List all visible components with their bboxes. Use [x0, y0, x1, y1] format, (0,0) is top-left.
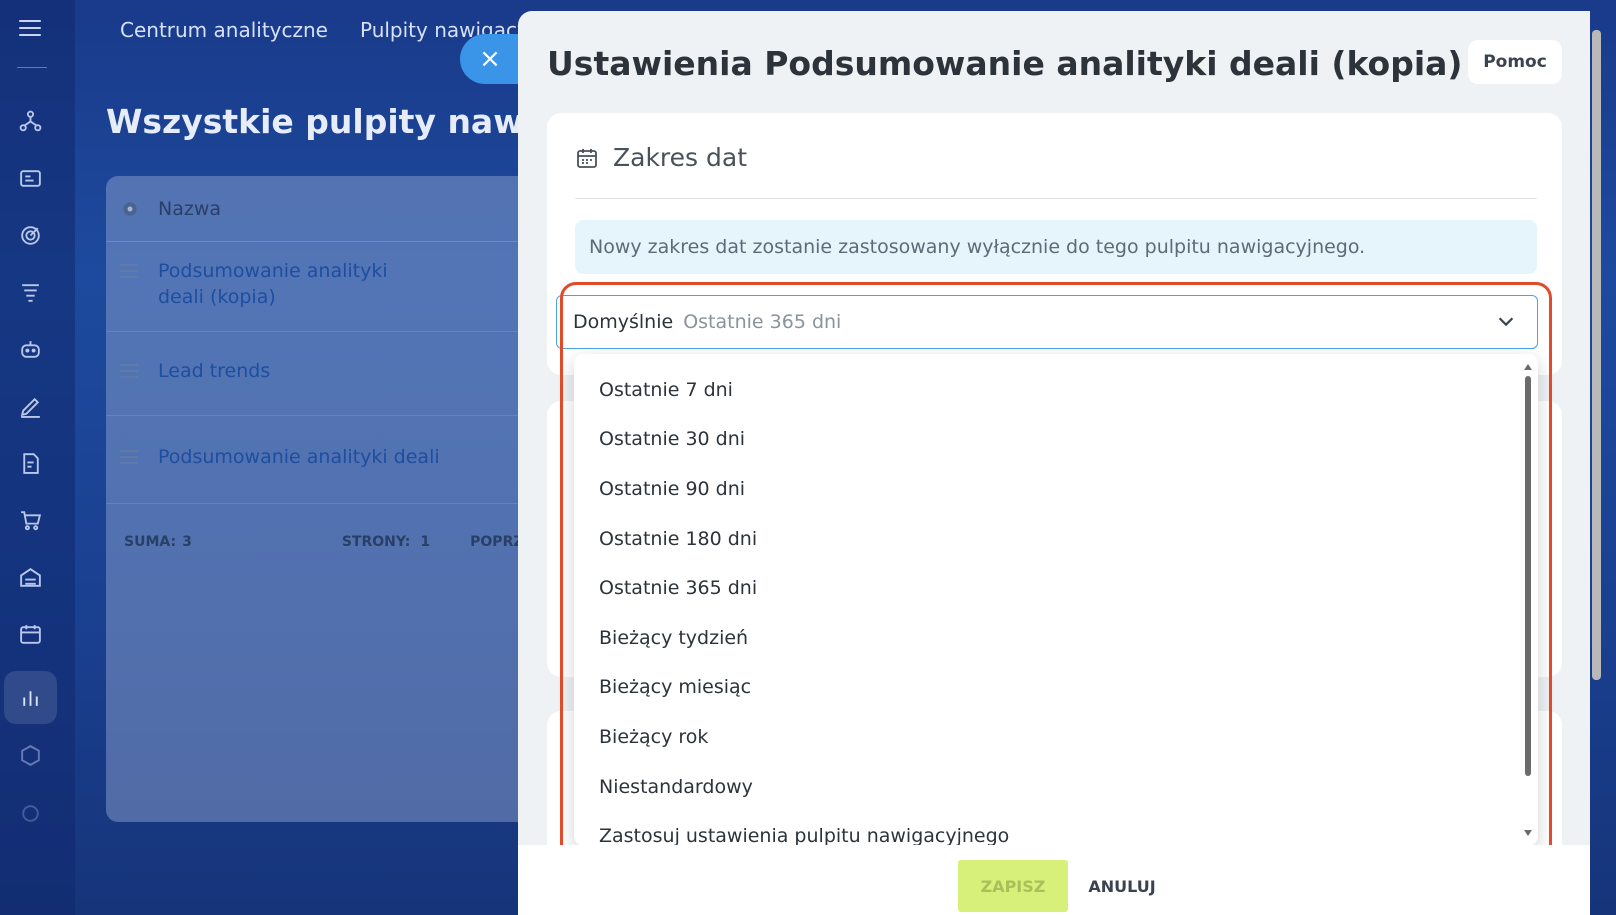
crm-icon[interactable] [17, 108, 44, 135]
funnel-icon[interactable] [17, 279, 44, 306]
drag-handle-icon[interactable] [120, 450, 138, 468]
analytics-icon[interactable] [4, 671, 57, 724]
robot-icon[interactable] [17, 336, 44, 363]
chevron-down-icon[interactable] [1495, 310, 1517, 332]
option-current-week[interactable]: Bieżący tydzień [574, 613, 1538, 663]
pen-icon[interactable] [17, 393, 44, 420]
close-slider-button[interactable]: × [460, 34, 520, 84]
option-last-30-days[interactable]: Ostatnie 30 dni [574, 415, 1538, 465]
option-last-180-days[interactable]: Ostatnie 180 dni [574, 514, 1538, 564]
scroll-down-icon[interactable] [1524, 830, 1532, 836]
pages-value: 1 [420, 534, 431, 550]
dashboards-table: Nazwa Podsumowanie analityki deali (kopi… [106, 176, 546, 822]
table-row[interactable]: Lead trends [106, 332, 546, 416]
select-value: Ostatnie 365 dni [683, 311, 842, 333]
left-rail [0, 0, 75, 915]
section-divider [575, 198, 1537, 199]
menu-icon[interactable] [19, 20, 41, 38]
close-icon: × [479, 44, 501, 74]
scroll-thumb[interactable] [1525, 376, 1531, 776]
rail-divider [17, 67, 47, 68]
table-header: Nazwa [106, 176, 546, 242]
scroll-up-icon[interactable] [1524, 364, 1532, 370]
contact-card-icon[interactable] [17, 165, 44, 192]
total-value: 3 [182, 534, 192, 550]
option-last-365-days[interactable]: Ostatnie 365 dni [574, 563, 1538, 613]
settings-faded-icon[interactable] [17, 800, 44, 827]
dropdown-scrollbar[interactable] [1524, 364, 1532, 836]
section-title: Zakres dat [613, 143, 747, 172]
date-range-select[interactable]: Domyślnie Ostatnie 365 dni [556, 295, 1538, 349]
option-apply-dashboard-settings[interactable]: Zastosuj ustawienia pulpitu nawigacyjneg… [574, 811, 1538, 846]
drag-handle-icon[interactable] [120, 364, 138, 382]
calendar-icon [577, 148, 597, 168]
table-footer: SUMA: 3 STRONY: 1 POPRZ [106, 504, 546, 580]
date-range-dropdown: Ostatnie 7 dni Ostatnie 30 dni Ostatnie … [574, 354, 1538, 846]
help-button[interactable]: Pomoc [1468, 40, 1562, 84]
option-custom[interactable]: Niestandardowy [574, 762, 1538, 812]
option-last-7-days[interactable]: Ostatnie 7 dni [574, 365, 1538, 415]
save-button[interactable]: ZAPISZ [958, 860, 1068, 912]
table-row[interactable]: Podsumowanie analityki deali [106, 416, 546, 504]
total-label: SUMA: [124, 534, 177, 550]
page-scrollbar[interactable] [1592, 30, 1601, 680]
date-range-notice: Nowy zakres dat zostanie zastosowany wył… [575, 220, 1537, 274]
slider-title: Ustawienia Podsumowanie analityki deali … [547, 44, 1463, 83]
row-title[interactable]: Podsumowanie analityki deali [158, 444, 440, 470]
section-header: Zakres dat [575, 143, 747, 172]
column-name: Nazwa [158, 197, 222, 220]
hexagon-icon[interactable] [17, 742, 44, 769]
option-last-90-days[interactable]: Ostatnie 90 dni [574, 464, 1538, 514]
option-current-year[interactable]: Bieżący rok [574, 712, 1538, 762]
row-title[interactable]: Lead trends [158, 358, 270, 384]
table-row[interactable]: Podsumowanie analityki deali (kopia) [106, 242, 546, 332]
prev-page-link[interactable]: POPRZ [470, 534, 523, 550]
pages-label: STRONY: [341, 534, 411, 550]
cancel-button[interactable]: ANULUJ [1082, 860, 1162, 912]
select-label: Domyślnie [573, 311, 674, 333]
cart-icon[interactable] [17, 507, 44, 534]
nav-analytics-center[interactable]: Centrum analityczne [120, 18, 328, 42]
warehouse-icon[interactable] [17, 564, 44, 591]
option-current-month[interactable]: Bieżący miesiąc [574, 663, 1538, 713]
row-title[interactable]: Podsumowanie analityki deali (kopia) [158, 258, 428, 310]
gear-icon[interactable] [120, 199, 140, 219]
target-icon[interactable] [17, 222, 44, 249]
drag-handle-icon[interactable] [120, 264, 138, 282]
document-edit-icon[interactable] [17, 450, 44, 477]
calendar-grid-icon[interactable] [17, 621, 44, 648]
